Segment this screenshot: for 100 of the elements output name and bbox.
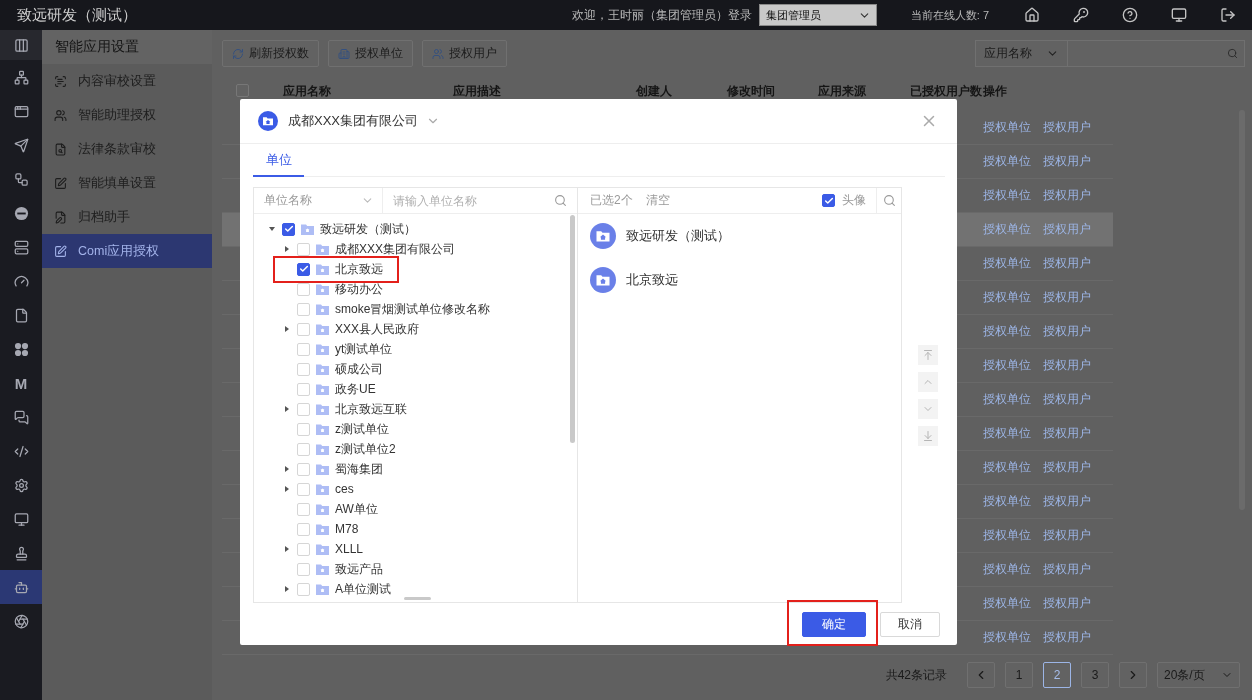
action-link[interactable]: 授权用户	[1043, 119, 1091, 136]
role-select[interactable]: 集团管理员	[758, 4, 877, 26]
code-icon	[13, 443, 29, 459]
action-link[interactable]: 授权单位	[983, 561, 1031, 578]
folder-icon	[301, 223, 314, 235]
tree-item[interactable]: 北京致远	[335, 260, 383, 278]
page-size-select[interactable]: 20条/页	[1157, 662, 1240, 688]
home-icon[interactable]	[1024, 7, 1040, 23]
caret-icon[interactable]	[284, 406, 290, 412]
tree-item[interactable]: smoke冒烟测试单位修改名称	[335, 300, 491, 318]
action-link[interactable]: 授权单位	[983, 119, 1031, 136]
action-link[interactable]: 授权单位	[983, 425, 1031, 442]
tree-item[interactable]: 移动办公	[335, 280, 383, 298]
confirm-button[interactable]: 确定	[802, 611, 866, 637]
monitor-icon[interactable]	[1171, 7, 1187, 23]
selected-item[interactable]: 北京致远	[578, 258, 901, 302]
rail-button[interactable]	[0, 570, 42, 604]
folder-avatar-icon	[590, 267, 616, 293]
action-link[interactable]: 授权单位	[983, 391, 1031, 408]
action-link[interactable]: 授权用户	[1043, 561, 1091, 578]
tree-item[interactable]: 蜀海集团	[335, 460, 383, 478]
tree-item[interactable]: AW单位	[335, 500, 378, 518]
selected-item[interactable]: 致远研发（测试）	[578, 214, 901, 258]
caret-icon[interactable]	[284, 326, 290, 332]
tree-item[interactable]: 政务UE	[335, 380, 376, 398]
app-title: 致远研发（测试）	[17, 5, 137, 25]
cancel-button[interactable]: 取消	[880, 611, 940, 637]
welcome-text: 欢迎，王时丽（集团管理员）登录	[571, 6, 752, 24]
search-field[interactable]	[1068, 40, 1245, 67]
tree-item[interactable]: z测试单位2	[335, 440, 396, 458]
checkbox[interactable]	[822, 194, 835, 207]
action-link[interactable]: 授权用户	[1043, 527, 1091, 544]
tab[interactable]: 单位	[253, 145, 304, 177]
action-link[interactable]: 授权用户	[1043, 493, 1091, 510]
org-select[interactable]: 成都XXX集团有限公司	[288, 112, 440, 130]
tree-item[interactable]: 硕成公司	[335, 360, 383, 378]
tree-item[interactable]: 成都XXX集团有限公司	[335, 240, 455, 258]
tick-icon	[298, 264, 309, 274]
tree-item[interactable]: z测试单位	[335, 420, 389, 438]
key-icon[interactable]	[1073, 7, 1089, 23]
toolbar-button[interactable]: 授权单位	[328, 40, 413, 67]
action-link[interactable]: 授权用户	[1043, 629, 1091, 646]
action-link[interactable]: 授权单位	[983, 255, 1031, 272]
action-link[interactable]: 授权单位	[983, 289, 1031, 306]
nav-item[interactable]: Comi应用授权	[42, 234, 212, 268]
tree-item[interactable]: 致远研发（测试）	[320, 220, 416, 238]
tree-item[interactable]: ces	[335, 482, 354, 496]
logout-icon[interactable]	[1220, 7, 1236, 23]
action-link[interactable]: 授权用户	[1043, 289, 1091, 306]
square-pen-icon	[54, 244, 67, 258]
filter-select[interactable]: 应用名称	[975, 40, 1068, 67]
workflow-icon	[13, 171, 29, 187]
action-link[interactable]: 授权单位	[983, 459, 1031, 476]
action-link[interactable]: 授权用户	[1043, 153, 1091, 170]
caret-icon[interactable]	[284, 466, 290, 472]
tree-item[interactable]: A单位测试	[335, 580, 391, 598]
tree-item[interactable]: XXX县人民政府	[335, 320, 419, 338]
rail-button[interactable]	[0, 30, 42, 60]
page-button[interactable]: 3	[1081, 662, 1109, 688]
help-icon[interactable]	[1122, 7, 1138, 23]
action-link[interactable]: 授权单位	[983, 629, 1031, 646]
search-icon[interactable]	[554, 194, 567, 207]
action-link[interactable]: 授权单位	[983, 595, 1031, 612]
checkbox[interactable]	[297, 262, 310, 276]
action-link[interactable]: 授权单位	[983, 527, 1031, 544]
folder-icon	[316, 463, 329, 475]
action-link[interactable]: 授权单位	[983, 187, 1031, 204]
toolbar-button[interactable]: 刷新授权数	[222, 40, 319, 67]
action-link[interactable]: 授权用户	[1043, 187, 1091, 204]
action-link[interactable]: 授权用户	[1043, 595, 1091, 612]
action-link[interactable]: 授权单位	[983, 493, 1031, 510]
scrollbar-thumb[interactable]	[404, 597, 431, 600]
action-link[interactable]: 授权用户	[1043, 459, 1091, 476]
tree-item[interactable]: 北京致远互联	[335, 400, 407, 418]
action-link[interactable]: 授权单位	[983, 221, 1031, 238]
action-link[interactable]: 授权单位	[983, 153, 1031, 170]
column-header: 应用名称	[283, 84, 332, 98]
action-link[interactable]: 授权单位	[983, 357, 1031, 374]
tree-item[interactable]: M78	[335, 522, 359, 536]
page-button[interactable]: 2	[1043, 662, 1071, 688]
tree-item[interactable]: yt测试单位	[335, 340, 393, 358]
checkbox[interactable]	[282, 222, 295, 236]
action-link[interactable]: 授权用户	[1043, 221, 1091, 238]
toolbar-button[interactable]: 授权用户	[422, 40, 507, 67]
tree-item[interactable]: XLLL	[335, 542, 364, 556]
search-icon[interactable]	[882, 194, 896, 207]
folder-icon	[316, 543, 329, 555]
scrollbar-thumb[interactable]	[570, 215, 575, 443]
caret-icon[interactable]	[269, 226, 275, 232]
action-link[interactable]: 授权用户	[1043, 357, 1091, 374]
action-link[interactable]: 授权用户	[1043, 425, 1091, 442]
action-link[interactable]: 授权单位	[983, 323, 1031, 340]
send-icon	[13, 137, 29, 153]
tree-item[interactable]: 致远产品	[335, 560, 383, 578]
action-link[interactable]: 授权用户	[1043, 323, 1091, 340]
action-link[interactable]: 授权用户	[1043, 255, 1091, 272]
clear-link[interactable]: 清空	[645, 192, 670, 209]
aperture-icon	[13, 613, 29, 629]
page-button[interactable]: 1	[1005, 662, 1033, 688]
action-link[interactable]: 授权用户	[1043, 391, 1091, 408]
